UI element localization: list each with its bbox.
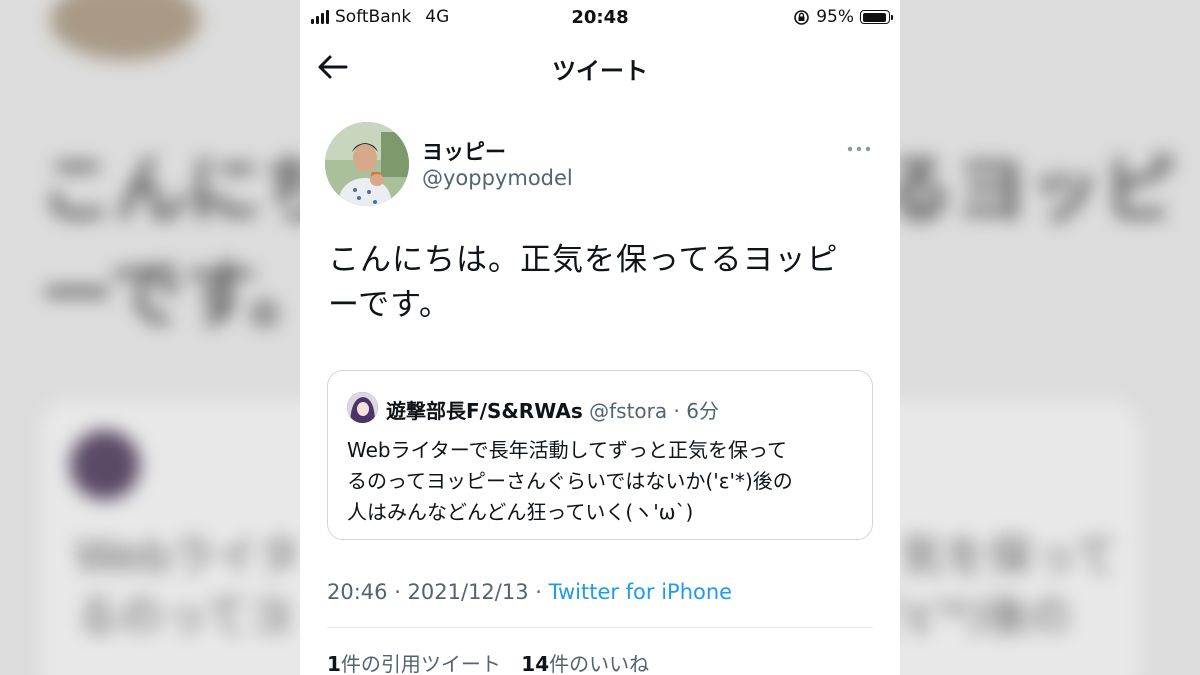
like-label: 件のいいね: [549, 652, 650, 675]
quoted-header: 遊撃部長F/S&RWAs @fstora · 6分: [386, 395, 719, 424]
quoted-text-line2: るのってヨッピーさんぐらいではないか('ε'*)後の: [347, 469, 793, 493]
battery-icon: [860, 10, 893, 24]
quoted-author-avatar: [347, 392, 378, 423]
quote-label: 件の引用ツイート: [340, 652, 501, 675]
bg-text-line2: ーです。: [40, 252, 325, 338]
bg-card-text2-right: ('ε'*)後の: [880, 591, 1073, 642]
bg-quote-avatar-blur: [70, 430, 140, 500]
battery-percent: 95%: [816, 7, 854, 27]
tweet-text-line1: こんにちは。正気を保ってるヨッピ: [328, 242, 839, 278]
tweet-client-link[interactable]: Twitter for iPhone: [549, 580, 733, 604]
tweet-stats: 1件の引用ツイート 14件のいいね: [327, 648, 663, 675]
bg-card-text2: るのってヨ: [75, 591, 293, 642]
page-title: ツイート: [552, 57, 648, 85]
bg-text-line1-right: るヨッピ: [880, 147, 1176, 233]
avatar-photo-icon: [325, 122, 409, 206]
quoted-avatar-image-icon: [347, 392, 378, 423]
bg-card-text1: Webライタ: [75, 531, 302, 582]
quoted-tweet-card[interactable]: 遊撃部長F/S&RWAs @fstora · 6分 Webライターで長年活動して…: [327, 370, 873, 540]
phone-screen: SoftBank 4G 20:48 95% ツイート ヨッピー @yoppymo…: [300, 0, 900, 675]
tweet-timestamp: 20:46 · 2021/12/13 ·: [327, 580, 549, 604]
quoted-handle-time: @fstora · 6分: [582, 399, 719, 423]
divider: [327, 627, 873, 628]
tweet-text: こんにちは。正気を保ってるヨッピ ーです。: [328, 238, 878, 328]
quoted-text-line3: 人はみんなどんどん狂っていく(ヽ'ω`): [347, 500, 694, 524]
author-display-name[interactable]: ヨッピー: [422, 136, 506, 166]
quote-count: 1: [327, 652, 341, 675]
orientation-lock-icon: [794, 9, 810, 25]
quoted-text: Webライターで長年活動してずっと正気を保って るのってヨッピーさんぐらいではな…: [347, 435, 857, 528]
nav-bar: ツイート: [300, 34, 900, 100]
author-handle[interactable]: @yoppymodel: [422, 166, 573, 190]
status-right: 95%: [793, 7, 893, 27]
more-dots-icon[interactable]: [846, 140, 872, 158]
likes-stat[interactable]: 14件のいいね: [521, 652, 649, 675]
tweet-text-line2: ーです。: [328, 287, 452, 323]
status-bar: SoftBank 4G 20:48 95%: [300, 0, 900, 34]
tweet-metadata: 20:46 · 2021/12/13 · Twitter for iPhone: [327, 580, 732, 604]
like-count: 14: [521, 652, 550, 675]
quote-tweets-stat[interactable]: 1件の引用ツイート: [327, 652, 501, 675]
quoted-display-name: 遊撃部長F/S&RWAs: [386, 399, 583, 423]
bg-card-text1-right: 気を保って: [900, 531, 1118, 582]
bg-avatar-blur: [50, 0, 200, 60]
author-avatar[interactable]: [325, 122, 409, 206]
quoted-text-line1: Webライターで長年活動してずっと正気を保って: [347, 438, 788, 462]
